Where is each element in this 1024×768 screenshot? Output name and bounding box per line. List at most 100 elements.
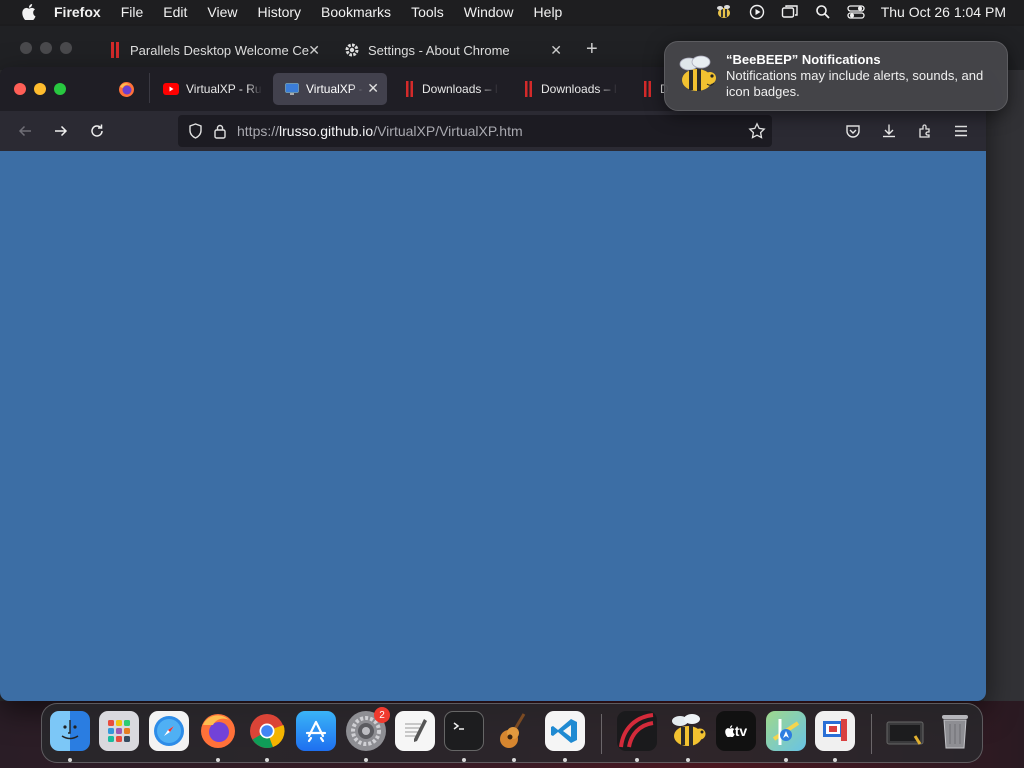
url-domain: lrusso.github.io xyxy=(279,123,374,139)
lock-icon[interactable] xyxy=(213,123,227,139)
running-indicator xyxy=(563,758,567,762)
hamburger-menu-icon[interactable] xyxy=(951,121,971,141)
running-indicator xyxy=(216,758,220,762)
parallels-icon xyxy=(643,81,653,97)
url-prefix: https:// xyxy=(237,123,280,139)
safari-icon[interactable] xyxy=(149,711,189,751)
running-indicator xyxy=(68,758,72,762)
menu-help[interactable]: Help xyxy=(534,4,563,20)
maps-icon[interactable] xyxy=(766,711,806,751)
dock-separator xyxy=(871,714,872,754)
chrome-icon[interactable] xyxy=(247,711,287,751)
bookmark-star-icon[interactable] xyxy=(748,122,766,145)
apple-icon[interactable] xyxy=(18,4,40,20)
bee-status-icon[interactable] xyxy=(715,4,733,20)
chrome-close-light[interactable] xyxy=(20,42,32,54)
play-circle-icon[interactable] xyxy=(749,4,765,20)
minimize-window-button[interactable] xyxy=(34,83,46,95)
youtube-icon xyxy=(163,83,179,95)
notification-body: Notifications may include alerts, sounds… xyxy=(726,68,984,99)
control-center-icon[interactable] xyxy=(847,4,865,20)
tab-title: Downloads – I xyxy=(541,82,618,96)
terminal-icon[interactable] xyxy=(444,711,484,751)
screenshot-icon[interactable] xyxy=(885,711,925,751)
notification-title: “BeeBEEP” Notifications xyxy=(726,52,881,67)
running-indicator xyxy=(364,758,368,762)
running-indicator xyxy=(462,758,466,762)
shield-icon[interactable] xyxy=(188,123,203,139)
tab-virtualxp-youtube[interactable]: VirtualXP - Ru xyxy=(151,73,267,105)
tab-virtualxp-active[interactable]: VirtualXP - ✕ xyxy=(273,73,387,105)
bee-icon[interactable] xyxy=(668,711,708,751)
page-content-area[interactable] xyxy=(0,151,986,701)
textedit-icon[interactable] xyxy=(395,711,435,751)
notification-badge: 2 xyxy=(374,707,390,723)
settings-icon[interactable]: 2 xyxy=(346,707,390,751)
bee-icon xyxy=(675,54,719,101)
parallels-icon xyxy=(524,81,534,97)
tab-title: Downloads – I xyxy=(422,82,499,96)
chrome-minimize-light[interactable] xyxy=(40,42,52,54)
close-icon[interactable]: ✕ xyxy=(308,42,320,59)
gear-icon xyxy=(344,42,360,58)
chrome-tab-title: Parallels Desktop Welcome Ce xyxy=(130,42,309,58)
tab-downloads-2[interactable]: Downloads – I xyxy=(512,73,628,105)
menu-edit[interactable]: Edit xyxy=(163,4,187,20)
chrome-tab-title: Settings - About Chrome xyxy=(368,42,510,58)
appletv-text: tv xyxy=(734,723,748,739)
running-indicator xyxy=(265,758,269,762)
status-area: Thu Oct 26 1:04 PM xyxy=(715,0,1006,24)
menu-history[interactable]: History xyxy=(257,4,301,20)
downloads-icon[interactable] xyxy=(879,121,899,141)
parallels-icon[interactable] xyxy=(617,711,657,751)
menu-file[interactable]: File xyxy=(121,4,144,20)
extensions-icon[interactable] xyxy=(915,121,935,141)
menu-window[interactable]: Window xyxy=(464,4,514,20)
close-window-button[interactable] xyxy=(14,83,26,95)
url-path: /VirtualXP/VirtualXP.htm xyxy=(373,123,523,139)
chrome-traffic-lights xyxy=(20,42,80,54)
back-arrow-icon[interactable] xyxy=(15,121,35,141)
menu-tools[interactable]: Tools xyxy=(411,4,444,20)
finder-icon[interactable] xyxy=(50,711,90,751)
macos-menubar: Firefox File Edit View History Bookmarks… xyxy=(0,0,1024,24)
notification-banner[interactable]: “BeeBEEP” Notifications Notifications ma… xyxy=(664,41,1008,111)
search-icon[interactable] xyxy=(815,4,831,20)
zoom-window-button[interactable] xyxy=(54,83,66,95)
firefox-window: VirtualXP - Ru VirtualXP - ✕ Downloads –… xyxy=(0,67,986,701)
appstore-icon[interactable] xyxy=(296,711,336,751)
vscode-icon[interactable] xyxy=(545,711,585,751)
forward-arrow-icon[interactable] xyxy=(51,121,71,141)
pocket-icon[interactable] xyxy=(843,121,863,141)
firefox-icon[interactable] xyxy=(198,711,238,751)
reload-icon[interactable] xyxy=(87,121,107,141)
remote-icon[interactable] xyxy=(815,711,855,751)
menubar-clock[interactable]: Thu Oct 26 1:04 PM xyxy=(881,4,1006,20)
close-icon[interactable]: ✕ xyxy=(550,42,562,59)
navigation-toolbar: https://lrusso.github.io/VirtualXP/Virtu… xyxy=(0,111,986,151)
chrome-zoom-light[interactable] xyxy=(60,42,72,54)
guitar-icon[interactable] xyxy=(494,711,534,751)
close-icon[interactable]: ✕ xyxy=(367,80,379,97)
url-bar[interactable]: https://lrusso.github.io/VirtualXP/Virtu… xyxy=(178,115,772,147)
launchpad-icon[interactable] xyxy=(99,711,139,751)
tab-separator xyxy=(149,73,150,103)
parallels-icon xyxy=(110,41,122,59)
new-tab-button[interactable]: + xyxy=(586,38,598,61)
firefox-view-icon[interactable] xyxy=(118,81,135,103)
running-indicator xyxy=(833,758,837,762)
menu-view[interactable]: View xyxy=(207,4,237,20)
running-indicator xyxy=(686,758,690,762)
parallels-icon xyxy=(405,81,415,97)
dock: 2 tv xyxy=(41,703,983,763)
appletv-icon[interactable]: tv xyxy=(716,711,756,751)
menu-bookmarks[interactable]: Bookmarks xyxy=(321,4,391,20)
chrome-tab-settings[interactable]: Settings - About Chrome ✕ xyxy=(338,34,572,66)
trash-icon[interactable] xyxy=(935,711,975,751)
chrome-tab-parallels[interactable]: Parallels Desktop Welcome Ce ✕ xyxy=(104,34,330,66)
screen-mirroring-icon[interactable] xyxy=(781,4,799,20)
menu-app-name[interactable]: Firefox xyxy=(54,4,101,20)
running-indicator xyxy=(512,758,516,762)
url-text[interactable]: https://lrusso.github.io/VirtualXP/Virtu… xyxy=(237,123,523,139)
tab-downloads-1[interactable]: Downloads – I xyxy=(393,73,509,105)
